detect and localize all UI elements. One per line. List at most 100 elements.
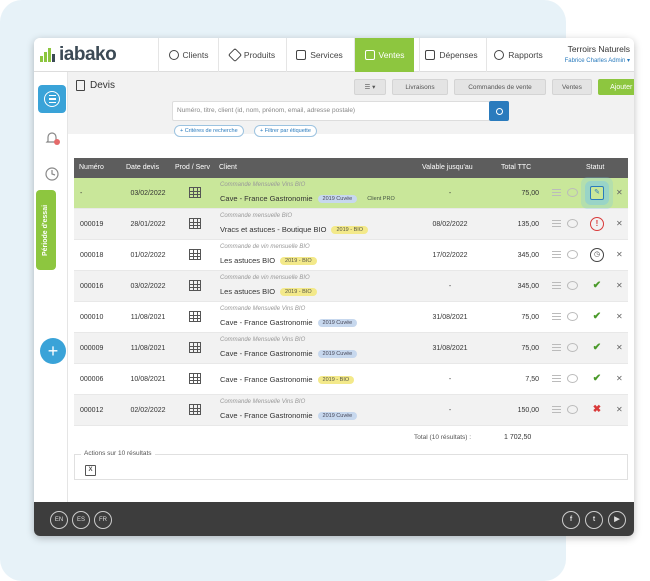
client-name[interactable]: Cave - France Gastronomie [220, 194, 313, 203]
details-icon[interactable] [552, 313, 561, 321]
warning-icon[interactable]: ! [590, 217, 604, 231]
client-name[interactable]: Les astuces BIO [220, 287, 275, 296]
col-total[interactable]: Total TTC [501, 164, 531, 171]
col-numero[interactable]: Numéro [79, 164, 104, 171]
nav-depenses[interactable]: Dépenses [419, 38, 483, 72]
search-button[interactable] [489, 101, 509, 121]
client-name[interactable]: Cave - France Gastronomie [220, 318, 313, 327]
table-row[interactable]: 000019 28/01/2022 Commande mensuelle BIO Vr… [74, 209, 628, 240]
product-grid-icon[interactable] [189, 187, 201, 198]
col-statut[interactable]: Statut [586, 164, 604, 171]
details-icon[interactable] [552, 282, 561, 290]
twitter-icon[interactable]: t [585, 511, 603, 529]
trial-period-tab[interactable]: Période d'essai [36, 190, 56, 270]
table-row[interactable]: - 03/02/2022 Commande Mensuelle Vins BIO Ca… [74, 178, 628, 209]
details-icon[interactable] [552, 375, 561, 383]
col-client[interactable]: Client [219, 164, 237, 171]
livraisons-button[interactable]: Livraisons [392, 79, 448, 95]
add-quote-button[interactable]: Ajouter Devis [598, 79, 634, 95]
table-row[interactable]: 000009 11/08/2021 Commande Mensuelle Vins … [74, 333, 628, 364]
delete-icon[interactable]: ✕ [616, 374, 623, 383]
nav-clients[interactable]: Clients [158, 38, 218, 72]
client-name[interactable]: Les astuces BIO [220, 256, 275, 265]
details-icon[interactable] [552, 344, 561, 352]
delete-icon[interactable]: ✕ [616, 312, 623, 321]
delete-icon[interactable]: ✕ [616, 188, 623, 197]
col-date[interactable]: Date devis [126, 164, 159, 171]
list-menu-button[interactable]: ☰ ▾ [354, 79, 386, 95]
comment-icon[interactable] [567, 281, 578, 290]
app-window: iabako Clients Produits Services Ventes … [34, 38, 634, 536]
check-icon[interactable]: ✔ [590, 279, 604, 293]
nav-services[interactable]: Services [286, 38, 352, 72]
col-prod[interactable]: Prod / Serv [175, 164, 210, 171]
table-row[interactable]: 000018 01/02/2022 Commande de vin mensuell… [74, 240, 628, 271]
delete-icon[interactable]: ✕ [616, 281, 623, 290]
details-icon[interactable] [552, 220, 561, 228]
search-criteria-chip[interactable]: + Critères de recherche [174, 125, 244, 137]
nav-rapports[interactable]: Rapports [486, 38, 550, 72]
cross-icon[interactable]: ✖ [590, 403, 604, 417]
table-row[interactable]: 000006 10/08/2021 Cave - France Gastronomi… [74, 364, 628, 395]
lang-en[interactable]: EN [50, 511, 68, 529]
comment-icon[interactable] [567, 374, 578, 383]
history-button[interactable] [38, 160, 66, 188]
comment-icon[interactable] [567, 219, 578, 228]
add-button[interactable]: + [40, 338, 66, 364]
logo[interactable]: iabako [40, 44, 117, 66]
client-name[interactable]: Cave - France Gastronomie [220, 349, 313, 358]
check-icon[interactable]: ✔ [590, 372, 604, 386]
edit-icon[interactable]: ✎ [590, 186, 604, 200]
quote-number: 000016 [80, 283, 104, 290]
client-name[interactable]: Vracs et astuces - Boutique BIO [220, 225, 326, 234]
delete-icon[interactable]: ✕ [616, 343, 623, 352]
search-input[interactable]: Numéro, titre, client (id, nom, prénom, … [172, 101, 490, 121]
client-name[interactable]: Cave - France Gastronomie [220, 411, 313, 420]
table-row[interactable]: 000016 03/02/2022 Commande de vin mensuell… [74, 271, 628, 302]
product-grid-icon[interactable] [189, 342, 201, 353]
quote-subtitle: Commande Mensuelle Vins BIO [220, 399, 306, 405]
product-grid-icon[interactable] [189, 218, 201, 229]
product-grid-icon[interactable] [189, 404, 201, 415]
facebook-icon[interactable]: f [562, 511, 580, 529]
nav-label: Ventes [378, 50, 405, 60]
client-name[interactable]: Cave - France Gastronomie [220, 375, 313, 384]
filter-label-chip[interactable]: + Filtrer par étiquette [254, 125, 317, 137]
total-ttc: 150,00 [517, 407, 539, 414]
table-row[interactable]: 000012 02/02/2022 Commande Mensuelle Vins … [74, 395, 628, 426]
details-icon[interactable] [552, 406, 561, 414]
delete-icon[interactable]: ✕ [616, 250, 623, 259]
comment-icon[interactable] [567, 405, 578, 414]
details-icon[interactable] [552, 251, 561, 259]
delete-icon[interactable]: ✕ [616, 219, 623, 228]
check-icon[interactable]: ✔ [590, 341, 604, 355]
notifications-button[interactable] [38, 124, 66, 152]
lang-es[interactable]: ES [72, 511, 90, 529]
page-header: Devis ☰ ▾ Livraisons Commandes de vente … [68, 72, 634, 137]
nav-produits[interactable]: Produits [218, 38, 286, 72]
table-row[interactable]: 000010 11/08/2021 Commande Mensuelle Vins … [74, 302, 628, 333]
details-icon[interactable] [552, 189, 561, 197]
product-grid-icon[interactable] [189, 280, 201, 291]
nav-ventes[interactable]: Ventes [354, 38, 414, 72]
col-valid[interactable]: Valable jusqu'au [422, 164, 473, 171]
comment-icon[interactable] [567, 250, 578, 259]
youtube-icon[interactable]: ▶ [608, 511, 626, 529]
logo-bars-icon [40, 48, 56, 62]
delete-icon[interactable]: ✕ [616, 405, 623, 414]
ventes-button[interactable]: Ventes [552, 79, 592, 95]
quote-number: 000018 [80, 252, 104, 259]
clock-icon[interactable]: ◷ [590, 248, 604, 262]
commandes-button[interactable]: Commandes de vente [454, 79, 546, 95]
check-icon[interactable]: ✔ [590, 310, 604, 324]
comment-icon[interactable] [567, 312, 578, 321]
comment-icon[interactable] [567, 343, 578, 352]
lang-fr[interactable]: FR [94, 511, 112, 529]
product-grid-icon[interactable] [189, 249, 201, 260]
menu-button[interactable] [38, 85, 66, 113]
product-grid-icon[interactable] [189, 311, 201, 322]
user-menu[interactable]: Terroirs Naturels Fabrice Charles Admin … [565, 44, 630, 64]
comment-icon[interactable] [567, 188, 578, 197]
excel-export-icon[interactable]: X [85, 465, 96, 476]
product-grid-icon[interactable] [189, 373, 201, 384]
